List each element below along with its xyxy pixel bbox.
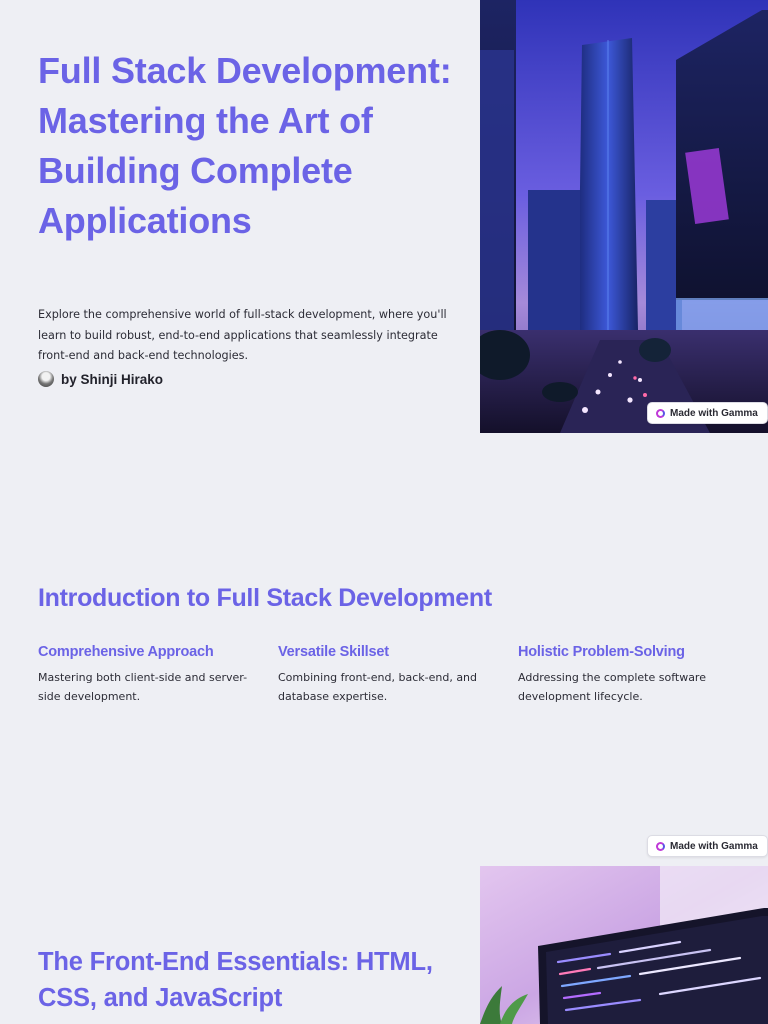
city-skyline-image <box>480 0 768 433</box>
feature-card: Versatile Skillset Combining front-end, … <box>278 644 498 706</box>
section-title: Introduction to Full Stack Development <box>38 584 492 612</box>
author-byline: by Shinji Hirako <box>38 371 163 387</box>
gamma-logo-icon <box>656 841 665 851</box>
feature-title: Holistic Problem-Solving <box>518 644 685 660</box>
feature-description: Mastering both client-side and server-si… <box>38 671 248 703</box>
made-with-gamma-badge[interactable]: Made with Gamma <box>647 835 768 857</box>
presentation-page: Full Stack Development: Mastering the Ar… <box>0 0 768 1024</box>
gamma-logo-icon <box>656 408 665 418</box>
feature-card: Holistic Problem-Solving Addressing the … <box>518 644 738 706</box>
author-name: by Shinji Hirako <box>61 371 164 387</box>
feature-description: Combining front-end, back-end, and datab… <box>278 671 478 703</box>
made-with-gamma-badge[interactable]: Made with Gamma <box>647 402 768 424</box>
avatar <box>38 371 54 387</box>
feature-description: Addressing the complete software develop… <box>518 671 706 703</box>
hero-description: Explore the comprehensive world of full-… <box>38 308 447 362</box>
laptop-code-image <box>480 866 768 1024</box>
frontend-title: The Front-End Essentials: HTML, CSS, and… <box>38 948 433 1012</box>
feature-title: Versatile Skillset <box>278 644 389 660</box>
hero-title: Full Stack Development: Mastering the Ar… <box>38 50 452 241</box>
feature-title: Comprehensive Approach <box>38 644 214 660</box>
gamma-badge-label: Made with Gamma <box>670 407 758 419</box>
feature-card: Comprehensive Approach Mastering both cl… <box>38 644 258 706</box>
gamma-badge-label: Made with Gamma <box>670 840 758 852</box>
